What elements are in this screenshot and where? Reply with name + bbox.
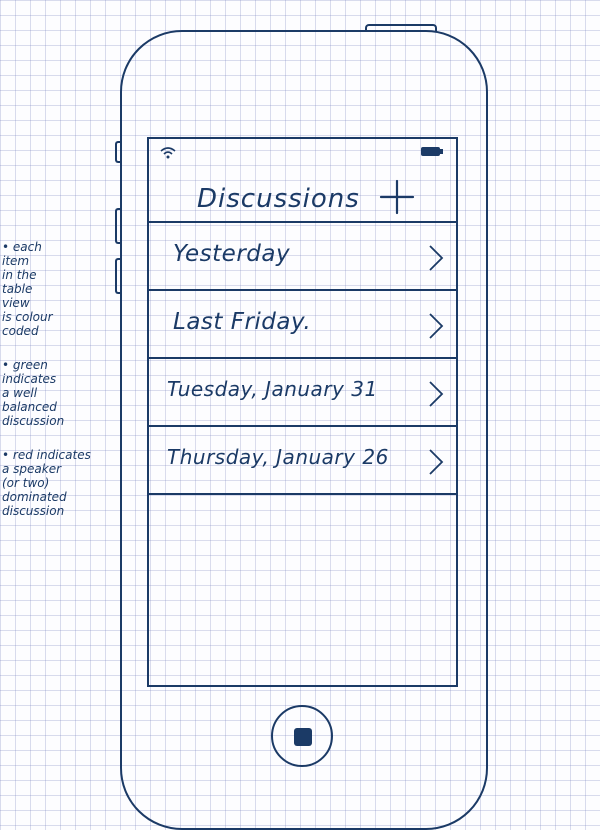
discussion-label: Tuesday, January 31 <box>167 377 378 401</box>
note-colour-coded: • each item in the table view is colour … <box>2 240 53 338</box>
discussion-label: Last Friday. <box>173 309 312 335</box>
battery-icon <box>421 147 443 156</box>
navigation-bar: Discussions <box>149 159 456 223</box>
discussion-row[interactable]: Last Friday. <box>149 291 456 359</box>
volume-up-button[interactable] <box>115 208 122 244</box>
phone-screen: Discussions Yesterday Last Friday. Tuesd… <box>147 137 458 687</box>
home-button[interactable] <box>271 705 333 767</box>
status-bar <box>149 139 456 159</box>
chevron-right-icon <box>429 449 444 475</box>
home-square-icon <box>294 728 312 746</box>
nav-title: Discussions <box>197 184 360 214</box>
wifi-icon <box>160 147 176 159</box>
discussion-row[interactable]: Tuesday, January 31 <box>149 359 456 427</box>
chevron-right-icon <box>429 313 444 339</box>
discussion-row[interactable]: Yesterday <box>149 223 456 291</box>
plus-icon <box>379 179 415 215</box>
chevron-right-icon <box>429 381 444 407</box>
add-discussion-button[interactable] <box>379 179 415 215</box>
discussion-label: Yesterday <box>173 241 291 267</box>
note-green: • green indicates a well balanced discus… <box>2 358 65 428</box>
discussion-label: Thursday, January 26 <box>167 445 389 469</box>
margin-notes: • each item in the table view is colour … <box>2 240 120 538</box>
mute-switch[interactable] <box>115 141 122 163</box>
discussion-row[interactable]: Thursday, January 26 <box>149 427 456 495</box>
top-button[interactable] <box>365 24 437 32</box>
chevron-right-icon <box>429 245 444 271</box>
volume-down-button[interactable] <box>115 258 122 294</box>
note-red: • red indicates a speaker (or two) domin… <box>2 448 91 518</box>
